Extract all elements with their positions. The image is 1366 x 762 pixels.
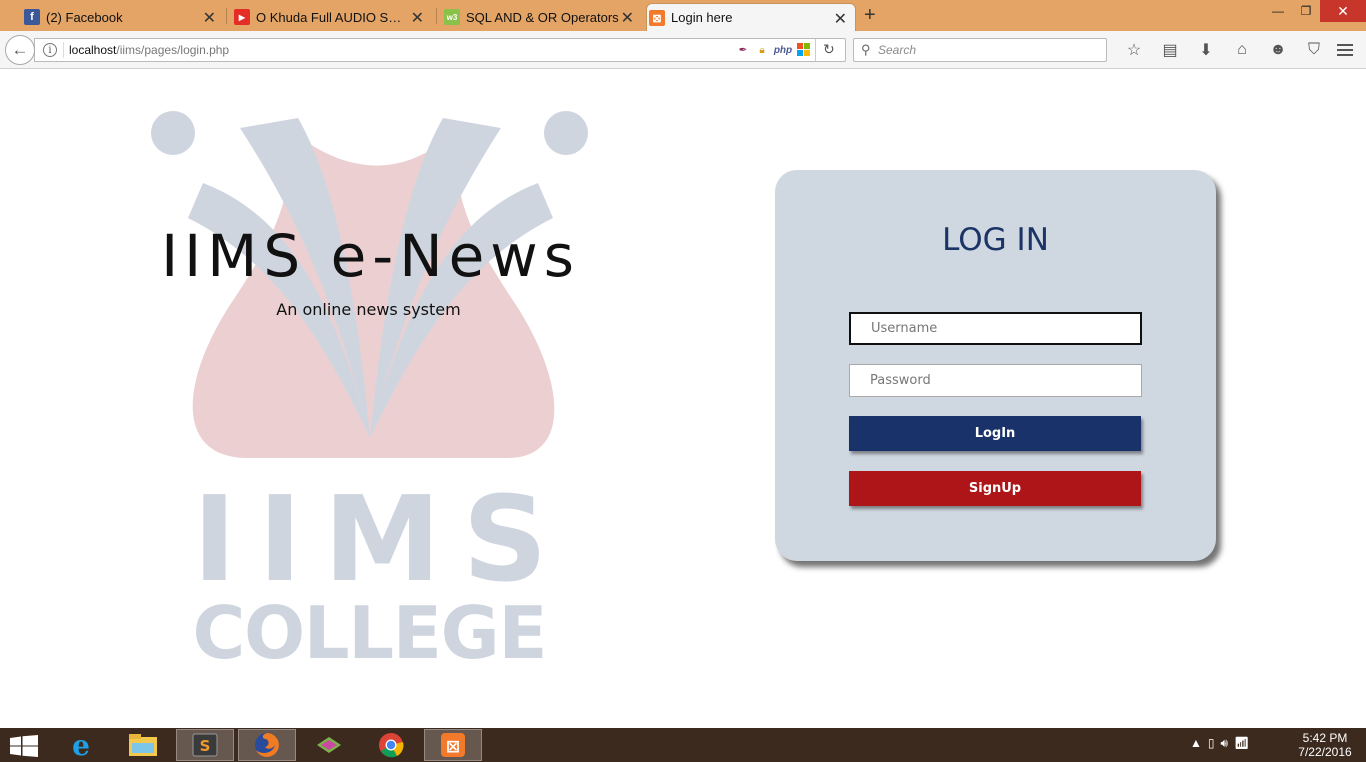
url-path: /iims/pages/login.php <box>116 43 230 57</box>
tab-bar: f (2) Facebook ✕ ▶ O Khuda Full AUDIO So… <box>0 0 1366 31</box>
winrar-icon[interactable] <box>300 729 358 761</box>
iims-college-logo: IIMS COLLEGE <box>151 111 588 668</box>
youtube-icon: ▶ <box>234 9 250 25</box>
clock[interactable]: 5:42 PM 7/22/2016 <box>1290 731 1360 759</box>
search-input[interactable] <box>878 41 1098 59</box>
close-window-icon[interactable]: ✕ <box>1320 0 1366 22</box>
search-icon: ⚲ <box>861 42 871 57</box>
username-field[interactable] <box>849 312 1142 345</box>
site-title: IIMS e-News <box>161 222 580 290</box>
window-controls: — ❐ ✕ <box>1264 0 1366 22</box>
windows-logo-icon[interactable] <box>796 42 812 58</box>
info-icon[interactable]: i <box>43 43 57 57</box>
taskbar: e S ⊠ ▲ ▯ 🔊︎ 📶︎ 5:42 PM 7/22/2016 <box>0 728 1366 762</box>
new-tab-icon[interactable]: + <box>864 4 876 27</box>
reload-icon[interactable]: ↻ <box>823 41 835 58</box>
w3schools-icon: w3 <box>444 9 460 25</box>
xampp-taskbar-icon[interactable]: ⊠ <box>424 729 482 761</box>
url-text[interactable]: localhost/iims/pages/login.php <box>69 43 229 57</box>
logo-text-iims: IIMS <box>193 470 548 608</box>
login-card: LOG IN LogIn SignUp <box>775 170 1216 561</box>
site-subtitle: An online news system <box>276 300 461 319</box>
reload-separator <box>815 39 816 61</box>
minimize-icon[interactable]: — <box>1264 0 1292 22</box>
search-bar[interactable]: ⚲ <box>853 38 1107 62</box>
toolbar-icons: ☆ ▤ ⬇ ⌂ ☻ ⛉ <box>1116 38 1332 62</box>
battery-icon[interactable]: ▯ <box>1208 736 1215 751</box>
system-tray: ▲ ▯ 🔊︎ 📶︎ <box>1190 736 1249 751</box>
show-hidden-icons-icon[interactable]: ▲ <box>1190 736 1202 751</box>
volume-icon[interactable]: 🔊︎ <box>1221 736 1229 751</box>
page-content: IIMS COLLEGE IIMS e-News An online news … <box>0 70 1366 728</box>
clock-date: 7/22/2016 <box>1298 745 1352 759</box>
extension-icons: ✒ 🔒︎ php <box>735 42 812 58</box>
tab-label: SQL AND & OR Operators <box>466 9 619 25</box>
php-icon[interactable]: php <box>773 42 793 58</box>
back-arrow-icon: ← <box>11 40 29 59</box>
close-tab-icon[interactable]: ✕ <box>621 8 634 28</box>
tab-youtube[interactable]: ▶ O Khuda Full AUDIO Song... ✕ <box>232 3 432 31</box>
tab-w3schools[interactable]: w3 SQL AND & OR Operators ✕ <box>442 3 642 31</box>
firefox-icon[interactable] <box>238 729 296 761</box>
tab-facebook[interactable]: f (2) Facebook ✕ <box>22 3 224 31</box>
windows-start-icon[interactable] <box>10 735 38 757</box>
tab-label: O Khuda Full AUDIO Song... <box>256 9 406 25</box>
login-button[interactable]: LogIn <box>849 416 1141 451</box>
file-explorer-icon[interactable] <box>114 729 172 761</box>
restore-icon[interactable]: ❐ <box>1292 0 1320 22</box>
xampp-icon: ⊠ <box>649 10 665 26</box>
tab-login-here[interactable]: ⊠ Login here ✕ <box>646 3 856 31</box>
sublime-text-icon[interactable]: S <box>176 729 234 761</box>
network-signal-icon[interactable]: 📶︎ <box>1234 736 1249 751</box>
tab-separator <box>226 8 227 24</box>
download-icon[interactable]: ⬇ <box>1188 38 1224 62</box>
signup-button[interactable]: SignUp <box>849 471 1141 506</box>
svg-text:⊠: ⊠ <box>446 737 460 757</box>
lock-icon[interactable]: 🔒︎ <box>754 42 770 58</box>
password-field[interactable] <box>849 364 1142 397</box>
clock-time: 5:42 PM <box>1302 731 1348 745</box>
feather-icon[interactable]: ✒ <box>735 42 751 58</box>
url-bar[interactable]: i localhost/iims/pages/login.php ✒ 🔒︎ ph… <box>34 38 846 62</box>
login-title: LOG IN <box>942 222 1049 258</box>
hello-chat-icon[interactable]: ☻ <box>1260 38 1296 62</box>
tab-separator <box>436 8 437 24</box>
url-separator <box>63 42 64 58</box>
url-host: localhost <box>69 43 117 57</box>
facebook-icon: f <box>24 9 40 25</box>
home-icon[interactable]: ⌂ <box>1224 38 1260 62</box>
reading-list-icon[interactable]: ▤ <box>1152 38 1188 62</box>
pocket-icon[interactable]: ⛉ <box>1296 38 1332 62</box>
navigation-bar: i localhost/iims/pages/login.php ✒ 🔒︎ ph… <box>0 31 1366 69</box>
internet-explorer-icon[interactable]: e <box>52 729 110 762</box>
close-tab-icon[interactable]: ✕ <box>411 8 424 28</box>
close-tab-icon[interactable]: ✕ <box>203 8 216 28</box>
tab-label: Login here <box>671 10 733 25</box>
logo-text-college: COLLEGE <box>193 591 548 668</box>
svg-text:S: S <box>200 737 211 755</box>
bookmark-star-icon[interactable]: ☆ <box>1116 38 1152 62</box>
hamburger-menu-icon[interactable] <box>1330 38 1360 62</box>
back-button[interactable]: ← <box>5 35 35 65</box>
close-tab-icon[interactable]: ✕ <box>834 9 847 29</box>
tab-label: (2) Facebook <box>46 9 123 25</box>
chrome-icon[interactable] <box>362 729 420 761</box>
